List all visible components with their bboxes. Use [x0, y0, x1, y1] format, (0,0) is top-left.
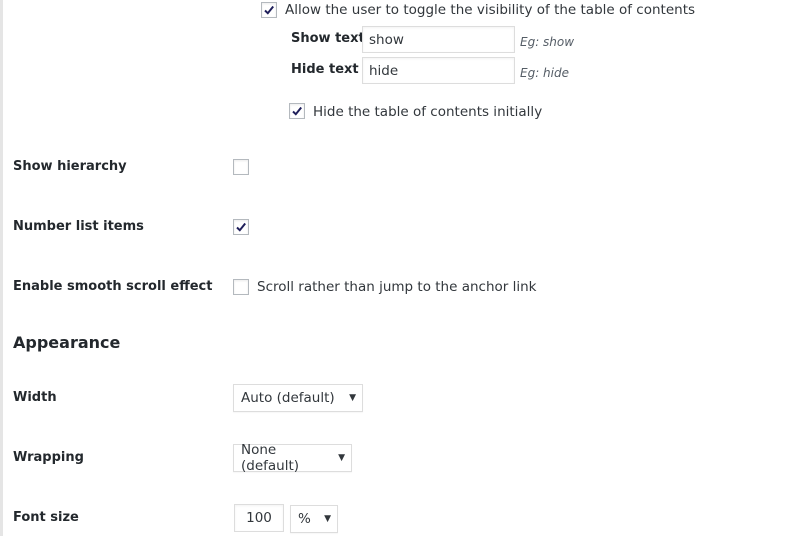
caret-down-icon: ▼	[338, 453, 345, 463]
caret-down-icon: ▼	[324, 514, 331, 524]
width-select[interactable]: Auto (default) ▼	[233, 384, 363, 412]
number-list-items-label: Number list items	[13, 219, 144, 234]
show-hierarchy-checkbox[interactable]	[233, 159, 249, 175]
smooth-scroll-description: Scroll rather than jump to the anchor li…	[257, 279, 537, 295]
font-size-unit-value: %	[298, 511, 311, 527]
check-icon	[236, 222, 246, 232]
smooth-scroll-checkbox[interactable]	[233, 279, 249, 295]
check-icon	[292, 106, 302, 116]
hide-initially-checkbox[interactable]	[289, 103, 305, 119]
check-icon	[264, 5, 274, 15]
show-text-label: Show text	[291, 31, 365, 46]
show-text-input[interactable]: show	[362, 26, 515, 53]
content-left-border	[0, 0, 3, 536]
show-text-value: show	[369, 31, 404, 48]
font-size-value: 100	[246, 510, 272, 526]
appearance-heading: Appearance	[13, 333, 121, 352]
caret-down-icon: ▼	[349, 393, 356, 403]
smooth-scroll-label: Enable smooth scroll effect	[13, 279, 213, 294]
width-selected-value: Auto (default)	[241, 390, 335, 406]
number-list-items-checkbox[interactable]	[233, 219, 249, 235]
show-hierarchy-label: Show hierarchy	[13, 159, 127, 174]
hide-text-input[interactable]: hide	[362, 57, 515, 84]
toggle-visibility-label: Allow the user to toggle the visibility …	[285, 2, 696, 18]
wrapping-label: Wrapping	[13, 450, 84, 465]
hide-text-label: Hide text	[291, 62, 359, 77]
hide-text-value: hide	[369, 62, 399, 79]
show-text-hint: Eg: show	[520, 35, 575, 49]
wrapping-select[interactable]: None (default) ▼	[233, 442, 352, 474]
font-size-label: Font size	[13, 510, 79, 525]
hide-initially-label: Hide the table of contents initially	[313, 104, 543, 120]
wrapping-selected-value: None (default)	[241, 442, 300, 474]
toggle-visibility-checkbox[interactable]	[261, 2, 277, 18]
width-label: Width	[13, 390, 57, 405]
font-size-input[interactable]: 100	[234, 504, 284, 532]
hide-text-hint: Eg: hide	[520, 66, 569, 80]
font-size-unit-select[interactable]: % ▼	[290, 505, 338, 533]
